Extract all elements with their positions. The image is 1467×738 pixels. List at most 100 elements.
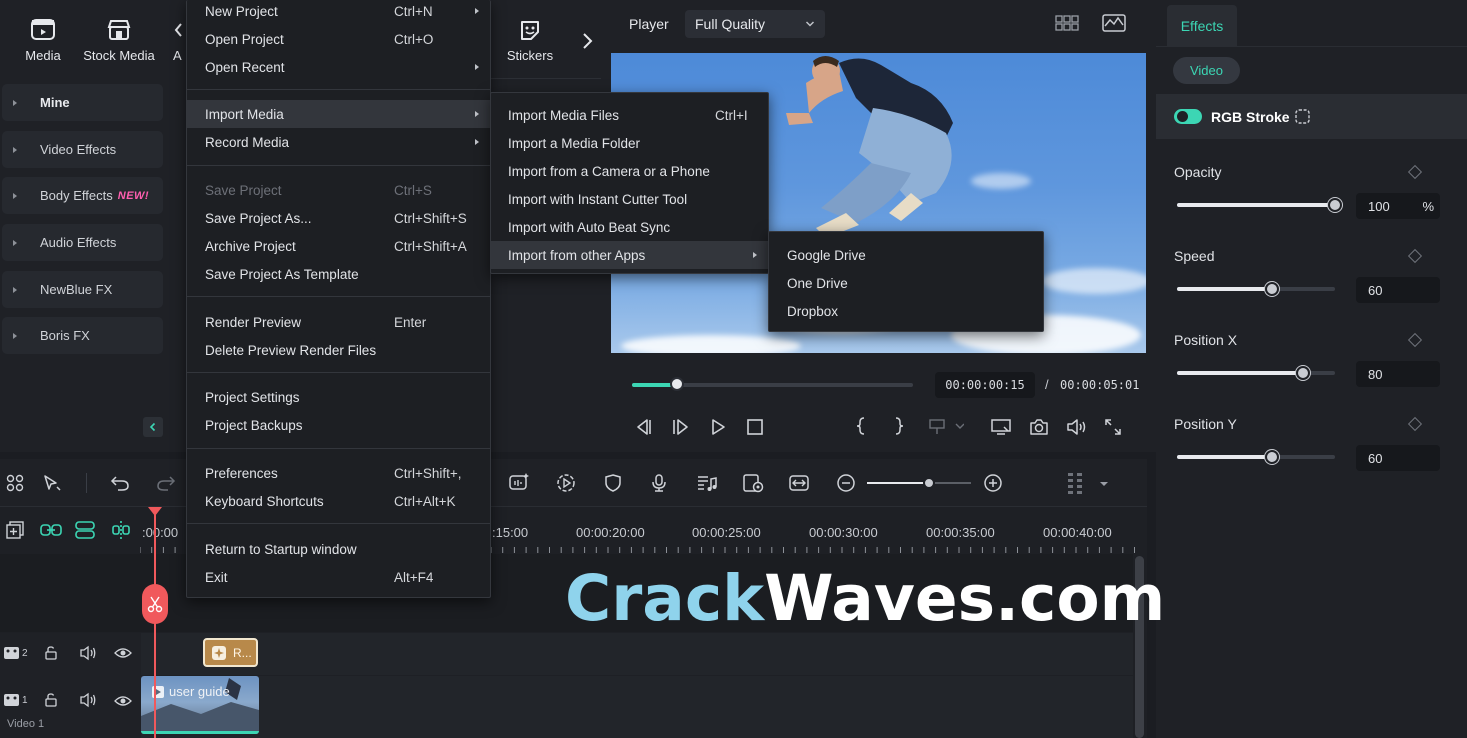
position-x-value: 80 [1368,366,1383,382]
effect-enable-toggle[interactable] [1174,109,1202,124]
menu-item-new-project[interactable]: New Project Ctrl+N [187,0,490,25]
magnetic-track-button[interactable] [74,520,96,540]
audio-mixer-button[interactable] [696,473,718,493]
mark-in-button[interactable] [855,416,867,436]
play-button[interactable] [709,418,727,436]
zoom-out-button[interactable] [836,473,856,493]
fit-timeline-button[interactable] [788,473,810,493]
position-y-input[interactable]: 60 [1356,445,1440,471]
video-clip[interactable]: user guide [141,676,259,734]
stop-button[interactable] [746,418,764,436]
zoom-in-button[interactable] [983,473,1003,493]
menu-item-import-from-camera[interactable]: Import from a Camera or a Phone [491,157,768,185]
auto-reframe-button[interactable] [508,472,530,492]
snap-button[interactable] [110,519,132,541]
position-x-input[interactable]: 80 [1356,361,1440,387]
track-height-button[interactable] [1067,471,1111,497]
track-1-visibility-button[interactable] [114,694,132,708]
menu-item-archive-project[interactable]: Archive Project Ctrl+Shift+A [187,232,490,260]
undo-button[interactable] [110,474,130,492]
slider-knob[interactable] [1328,198,1342,212]
render-preview-button[interactable] [742,473,764,493]
menu-item-label: Google Drive [787,247,866,263]
link-clips-button[interactable] [39,520,63,540]
category-boris-fx[interactable]: Boris FX [2,317,163,354]
menu-item-record-media[interactable]: Record Media [187,128,490,156]
menu-item-open-project[interactable]: Open Project Ctrl+O [187,25,490,53]
tab-media[interactable]: Media [20,18,66,68]
track-1-mute-button[interactable] [79,692,97,708]
menu-item-project-settings[interactable]: Project Settings [187,383,490,411]
track-1-lock-button[interactable] [43,692,59,708]
add-track-button[interactable] [5,520,25,540]
insert-button[interactable] [928,418,964,436]
split-button[interactable] [142,584,168,624]
menu-item-preferences[interactable]: Preferences Ctrl+Shift+, [187,459,490,487]
redo-button[interactable] [156,474,186,492]
snapshot-button[interactable] [1029,418,1049,436]
category-video-effects[interactable]: Video Effects [2,131,163,168]
position-y-slider[interactable] [1177,450,1335,464]
playback-progress-knob[interactable] [669,377,684,391]
track-2-lock-button[interactable] [43,645,59,661]
tab-audio[interactable]: A [173,18,187,68]
menu-item-keyboard-shortcuts[interactable]: Keyboard Shortcuts Ctrl+Alt+K [187,487,490,515]
menu-item-one-drive[interactable]: One Drive [769,269,1043,297]
menu-item-return-to-startup[interactable]: Return to Startup window [187,535,490,563]
opacity-input[interactable]: 100% [1356,193,1440,219]
category-body-effects[interactable]: Body Effects NEW! [2,177,163,214]
playback-progress-track[interactable] [632,377,913,391]
menu-item-google-drive[interactable]: Google Drive [769,241,1043,269]
menu-item-import-media-folder[interactable]: Import a Media Folder [491,129,768,157]
speed-input[interactable]: 60 [1356,277,1440,303]
next-frame-button[interactable] [671,418,691,436]
track-2-visibility-button[interactable] [114,646,132,660]
menu-item-import-from-other-apps[interactable]: Import from other Apps [491,241,768,269]
playhead-head[interactable] [148,507,162,516]
menu-item-render-preview[interactable]: Render Preview Enter [187,308,490,336]
menu-item-open-recent[interactable]: Open Recent [187,53,490,81]
position-x-slider[interactable] [1177,366,1335,380]
menu-item-import-media-files[interactable]: Import Media Files Ctrl+I [491,101,768,129]
menu-item-import-media[interactable]: Import Media [187,100,490,128]
tab-stickers-2[interactable]: Stickers [505,18,555,68]
track-2-mute-button[interactable] [79,645,97,661]
effect-reset-button[interactable] [1294,108,1311,125]
collapse-panel-button[interactable] [143,417,163,437]
mark-out-button[interactable] [893,416,905,436]
menu-item-exit[interactable]: Exit Alt+F4 [187,563,490,591]
opacity-slider[interactable] [1177,198,1342,212]
category-audio-effects[interactable]: Audio Effects [2,224,163,261]
menu-item-save-project-as[interactable]: Save Project As... Ctrl+Shift+S [187,204,490,232]
layout-button[interactable] [6,474,24,492]
mask-button[interactable] [604,473,622,493]
effect-clip[interactable]: R... [203,638,258,667]
previous-frame-button[interactable] [633,418,653,436]
fullscreen-button[interactable] [1104,418,1122,436]
subtab-video[interactable]: Video [1173,57,1240,84]
slider-knob[interactable] [1264,450,1279,464]
tabs-scroll-right-button[interactable] [580,32,594,50]
tab-stock-media[interactable]: Stock Media [80,18,158,68]
menu-item-dropbox[interactable]: Dropbox [769,297,1043,325]
zoom-slider[interactable] [867,477,971,489]
tab-effects[interactable]: Effects [1167,5,1237,46]
speed-ramp-button[interactable] [556,473,576,493]
display-settings-button[interactable] [990,418,1012,436]
slider-knob[interactable] [1264,282,1279,296]
speed-slider[interactable] [1177,282,1335,296]
view-mode-button[interactable] [1055,14,1079,32]
category-mine[interactable]: Mine [2,84,163,121]
category-newblue-fx[interactable]: NewBlue FX [2,271,163,308]
record-voiceover-button[interactable] [650,473,668,493]
menu-item-import-auto-beat-sync[interactable]: Import with Auto Beat Sync [491,213,768,241]
menu-item-import-instant-cutter[interactable]: Import with Instant Cutter Tool [491,185,768,213]
menu-item-delete-preview-render-files[interactable]: Delete Preview Render Files [187,336,490,364]
select-tool-button[interactable] [42,474,62,492]
volume-button[interactable] [1066,418,1088,436]
menu-item-save-as-template[interactable]: Save Project As Template [187,260,490,288]
scopes-button[interactable] [1102,13,1126,33]
video-clip-label: user guide [169,684,230,699]
menu-item-project-backups[interactable]: Project Backups [187,411,490,439]
quality-dropdown[interactable]: Full Quality [685,10,825,38]
